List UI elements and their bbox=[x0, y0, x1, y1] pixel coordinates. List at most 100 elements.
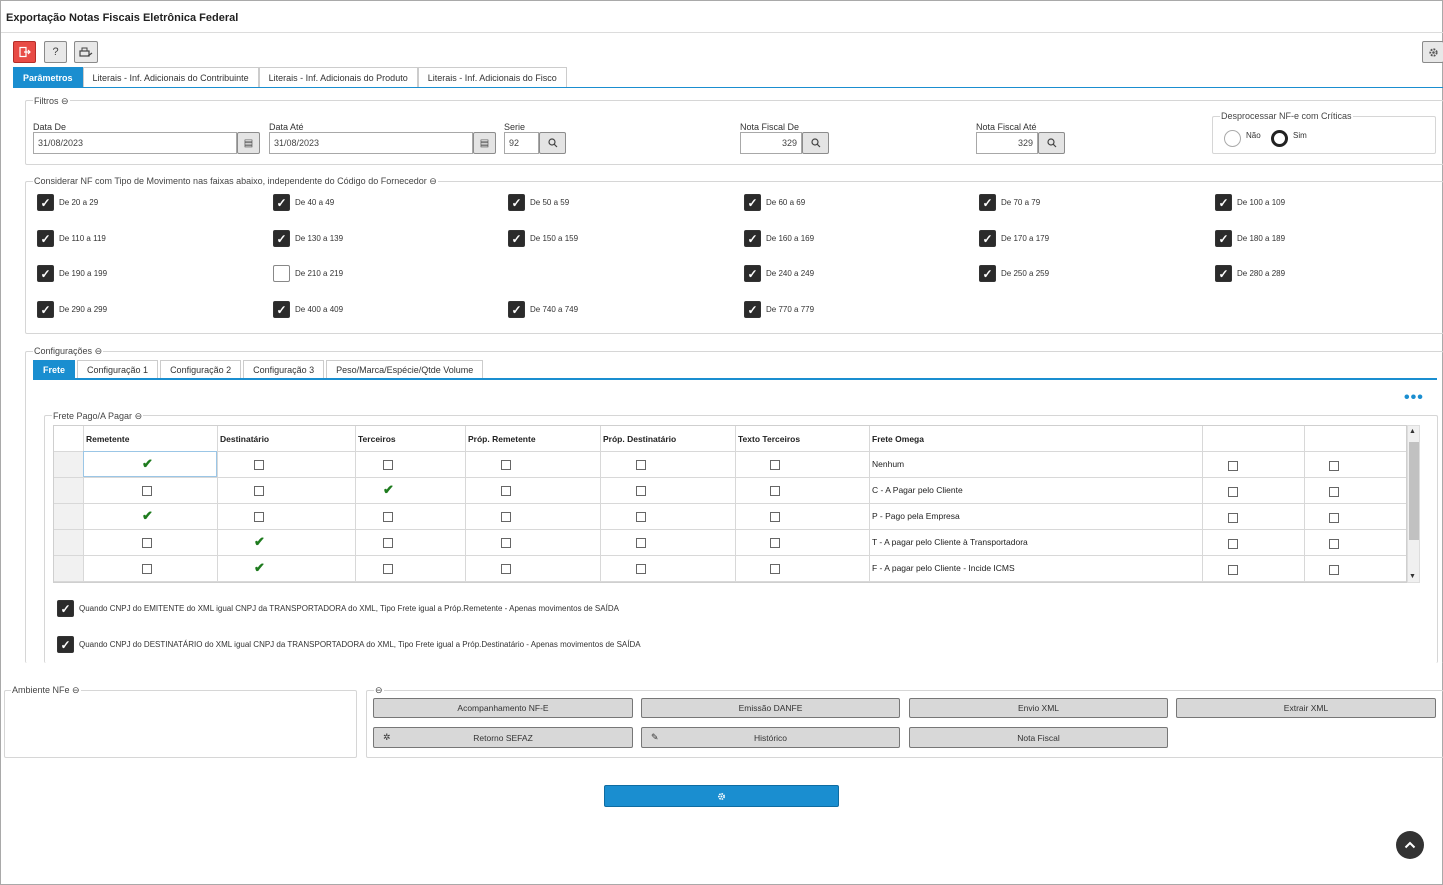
grid-checkbox[interactable] bbox=[770, 486, 780, 496]
grid-checkbox[interactable] bbox=[254, 486, 264, 496]
tab-literais-fisco[interactable]: Literais - Inf. Adicionais do Fisco bbox=[417, 67, 567, 87]
grid-extra-checkbox[interactable] bbox=[1329, 513, 1339, 523]
radio-sim[interactable] bbox=[1271, 130, 1288, 147]
grid-checkbox[interactable] bbox=[383, 460, 393, 470]
grid-checkbox[interactable] bbox=[254, 460, 264, 470]
scroll-top-button[interactable] bbox=[1396, 831, 1424, 859]
grid-checkbox[interactable] bbox=[254, 512, 264, 522]
grid-checkbox[interactable] bbox=[770, 564, 780, 574]
grid-checkbox[interactable] bbox=[770, 460, 780, 470]
grid-checkbox[interactable] bbox=[636, 486, 646, 496]
print-button[interactable] bbox=[74, 41, 98, 63]
data-de-input[interactable]: 31/08/2023 bbox=[33, 132, 237, 154]
faixa-checkbox[interactable]: ✓ bbox=[744, 194, 761, 211]
grid-extra-checkbox[interactable] bbox=[1329, 461, 1339, 471]
grid-extra-checkbox[interactable] bbox=[1228, 487, 1238, 497]
grid-checkbox[interactable] bbox=[383, 538, 393, 548]
tab-configuracao-2[interactable]: Configuração 2 bbox=[160, 360, 242, 379]
data-ate-input[interactable]: 31/08/2023 bbox=[269, 132, 473, 154]
tab-frete[interactable]: Frete bbox=[33, 360, 76, 379]
nota-fiscal-button[interactable]: Nota Fiscal bbox=[909, 727, 1168, 748]
grid-checkbox[interactable] bbox=[501, 460, 511, 470]
grid-checkbox[interactable] bbox=[636, 564, 646, 574]
serie-search-button[interactable] bbox=[539, 132, 566, 154]
grid-checkbox-checked[interactable]: ✔ bbox=[383, 483, 394, 496]
grid-checkbox[interactable] bbox=[770, 512, 780, 522]
help-button[interactable]: ? bbox=[44, 41, 67, 63]
data-ate-calendar-button[interactable]: ▤ bbox=[473, 132, 496, 154]
faixa-checkbox[interactable]: ✓ bbox=[37, 265, 54, 282]
faixa-checkbox[interactable]: ✓ bbox=[37, 230, 54, 247]
grid-checkbox[interactable] bbox=[383, 564, 393, 574]
faixa-checkbox[interactable]: ✓ bbox=[1215, 230, 1232, 247]
more-icon[interactable]: ••• bbox=[1404, 389, 1424, 407]
exit-button[interactable] bbox=[13, 41, 36, 63]
faixa-checkbox[interactable] bbox=[273, 265, 290, 282]
grid-checkbox[interactable] bbox=[636, 538, 646, 548]
grid-checkbox[interactable] bbox=[383, 512, 393, 522]
faixa-checkbox[interactable]: ✓ bbox=[273, 194, 290, 211]
tab-peso-marca[interactable]: Peso/Marca/Espécie/Qtde Volume bbox=[326, 360, 484, 379]
retorno-sefaz-button[interactable]: ✲ Retorno SEFAZ bbox=[373, 727, 633, 748]
faixa-checkbox[interactable]: ✓ bbox=[979, 265, 996, 282]
grid-checkbox[interactable] bbox=[142, 564, 152, 574]
opt2-checkbox[interactable]: ✓ bbox=[57, 636, 74, 653]
grid-checkbox[interactable] bbox=[636, 512, 646, 522]
tab-configuracao-1[interactable]: Configuração 1 bbox=[77, 360, 159, 379]
scroll-up-icon[interactable]: ▲ bbox=[1409, 428, 1416, 435]
grid-checkbox[interactable] bbox=[636, 460, 646, 470]
collapse-icon[interactable]: ⊖ bbox=[95, 346, 103, 356]
actions-collapse-icon[interactable]: ⊖ bbox=[374, 685, 384, 696]
opt1-checkbox[interactable]: ✓ bbox=[57, 600, 74, 617]
grid-scrollbar[interactable]: ▲ ▼ bbox=[1407, 425, 1420, 583]
faixa-checkbox[interactable]: ✓ bbox=[979, 194, 996, 211]
collapse-icon[interactable]: ⊖ bbox=[429, 176, 437, 186]
faixa-checkbox[interactable]: ✓ bbox=[37, 301, 54, 318]
tab-parametros[interactable]: Parâmetros bbox=[13, 67, 83, 87]
emissao-danfe-button[interactable]: Emissão DANFE bbox=[641, 698, 900, 718]
nf-ate-input[interactable]: 329 bbox=[976, 132, 1038, 154]
grid-extra-checkbox[interactable] bbox=[1329, 539, 1339, 549]
grid-extra-checkbox[interactable] bbox=[1228, 513, 1238, 523]
nf-de-input[interactable]: 329 bbox=[740, 132, 802, 154]
faixa-checkbox[interactable]: ✓ bbox=[744, 230, 761, 247]
scroll-thumb[interactable] bbox=[1409, 442, 1419, 540]
data-de-calendar-button[interactable]: ▤ bbox=[237, 132, 260, 154]
faixa-checkbox[interactable]: ✓ bbox=[979, 230, 996, 247]
grid-extra-checkbox[interactable] bbox=[1228, 461, 1238, 471]
grid-checkbox-checked[interactable]: ✔ bbox=[254, 535, 265, 548]
faixa-checkbox[interactable]: ✓ bbox=[1215, 194, 1232, 211]
acompanhamento-button[interactable]: Acompanhamento NF-E bbox=[373, 698, 633, 718]
grid-checkbox[interactable] bbox=[501, 512, 511, 522]
extrair-xml-button[interactable]: Extrair XML bbox=[1176, 698, 1436, 718]
grid-checkbox[interactable] bbox=[501, 486, 511, 496]
faixa-checkbox[interactable]: ✓ bbox=[37, 194, 54, 211]
radio-nao[interactable] bbox=[1224, 130, 1241, 147]
scroll-down-icon[interactable]: ▼ bbox=[1409, 573, 1416, 580]
nf-ate-search-button[interactable] bbox=[1038, 132, 1065, 154]
serie-input[interactable]: 92 bbox=[504, 132, 539, 154]
faixa-checkbox[interactable]: ✓ bbox=[508, 301, 525, 318]
historico-button[interactable]: ✎ Histórico bbox=[641, 727, 900, 748]
grid-extra-checkbox[interactable] bbox=[1329, 487, 1339, 497]
tab-literais-contribuinte[interactable]: Literais - Inf. Adicionais do Contribuin… bbox=[82, 67, 259, 87]
faixa-checkbox[interactable]: ✓ bbox=[744, 265, 761, 282]
faixa-checkbox[interactable]: ✓ bbox=[508, 230, 525, 247]
faixa-checkbox[interactable]: ✓ bbox=[273, 230, 290, 247]
grid-checkbox-checked[interactable]: ✔ bbox=[142, 457, 153, 470]
grid-checkbox[interactable] bbox=[142, 486, 152, 496]
grid-checkbox-checked[interactable]: ✔ bbox=[254, 561, 265, 574]
grid-checkbox[interactable] bbox=[770, 538, 780, 548]
collapse-icon[interactable]: ⊖ bbox=[135, 411, 143, 421]
faixa-checkbox[interactable]: ✓ bbox=[273, 301, 290, 318]
faixa-checkbox[interactable]: ✓ bbox=[744, 301, 761, 318]
grid-extra-checkbox[interactable] bbox=[1329, 565, 1339, 575]
grid-extra-checkbox[interactable] bbox=[1228, 565, 1238, 575]
grid-checkbox[interactable] bbox=[501, 564, 511, 574]
grid-checkbox[interactable] bbox=[142, 538, 152, 548]
collapse-icon[interactable]: ⊖ bbox=[61, 96, 69, 106]
faixa-checkbox[interactable]: ✓ bbox=[1215, 265, 1232, 282]
envio-xml-button[interactable]: Envio XML bbox=[909, 698, 1168, 718]
settings-button[interactable] bbox=[1422, 41, 1443, 63]
faixa-checkbox[interactable]: ✓ bbox=[508, 194, 525, 211]
